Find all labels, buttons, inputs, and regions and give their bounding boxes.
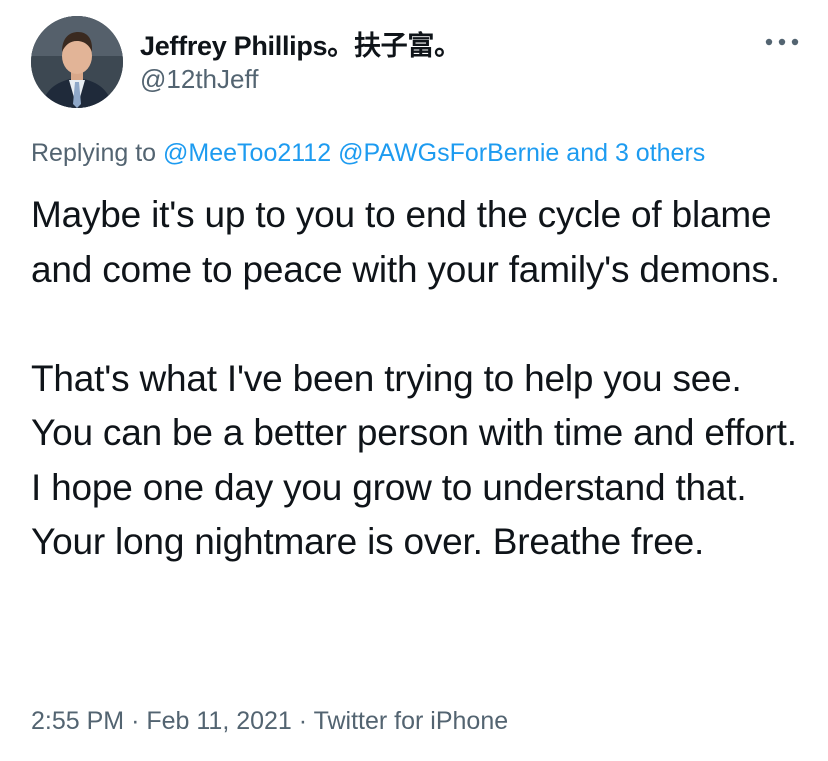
replying-to-label: Replying to (31, 139, 157, 167)
tweet-card: Jeffrey Phillips。扶子富。 @12thJeff Replying… (0, 0, 828, 761)
mention-link-1[interactable]: @MeeToo2112 (163, 139, 331, 167)
profile-photo-icon (31, 16, 123, 108)
avatar[interactable] (31, 16, 123, 108)
tweet-date[interactable]: Feb 11, 2021 (146, 707, 291, 735)
mention-link-2[interactable]: @PAWGsForBernie (338, 139, 559, 167)
tweet-time[interactable]: 2:55 PM (31, 707, 124, 735)
meta-separator-1: · (131, 707, 140, 735)
author-handle[interactable]: @12thJeff (140, 64, 258, 95)
tweet-meta: 2:55 PM · Feb 11, 2021 · Twitter for iPh… (31, 707, 508, 736)
more-horizontal-icon (765, 38, 799, 46)
tweet-paragraph-1: Maybe it's up to you to end the cycle of… (31, 194, 782, 290)
author-name[interactable]: Jeffrey Phillips。扶子富。 (140, 24, 461, 63)
replying-to-line: Replying to @MeeToo2112 @PAWGsForBernie … (31, 139, 705, 168)
tweet-source[interactable]: Twitter for iPhone (314, 707, 509, 735)
others-link[interactable]: and 3 others (566, 139, 705, 167)
more-button[interactable] (760, 28, 804, 56)
meta-separator-2: · (298, 707, 308, 735)
tweet-paragraph-2: That's what I've been trying to help you… (31, 357, 807, 563)
tweet-text: Maybe it's up to you to end the cycle of… (31, 188, 801, 570)
